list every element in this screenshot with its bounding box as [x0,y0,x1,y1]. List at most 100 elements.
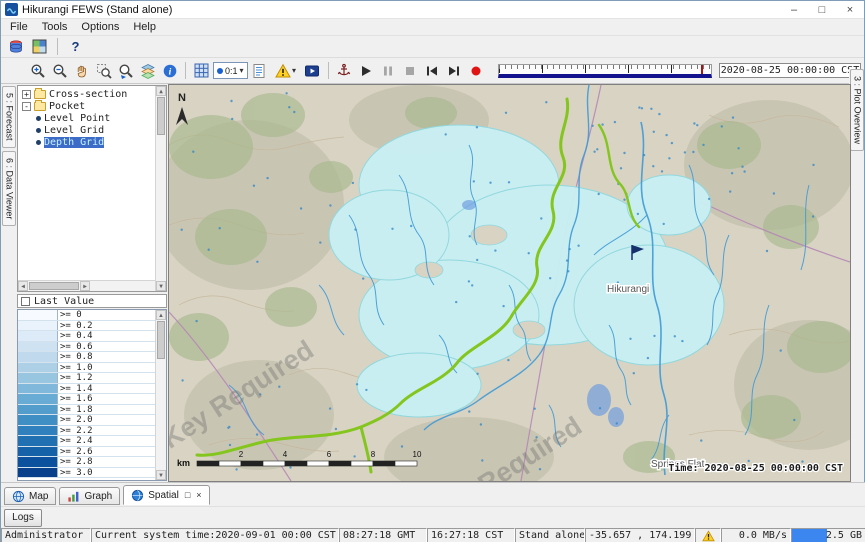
scroll-down-arrow[interactable]: ▼ [156,281,166,291]
scroll-up-arrow[interactable]: ▲ [156,86,166,96]
legend-row: >= 1.6 [18,394,155,405]
scroll-thumb[interactable] [157,321,165,359]
legend-color-swatch [18,373,58,383]
zoom-in-button[interactable] [27,61,48,81]
datum-button[interactable] [334,61,355,81]
pause-button[interactable] [378,61,399,81]
menu-options[interactable]: Options [74,20,126,34]
minimize-button[interactable]: – [780,1,808,18]
tree-expander[interactable]: - [22,102,31,111]
legend-color-swatch [18,310,58,320]
step-forward-button[interactable] [444,61,465,81]
tab-map[interactable]: Map [4,487,56,505]
zoom-region-button[interactable] [115,61,136,81]
legend-color-swatch [18,405,58,415]
float-tab-button[interactable]: □ [185,490,190,500]
close-button[interactable]: × [836,1,864,18]
tree-item-cross-section[interactable]: +Cross-section [18,88,155,100]
zoom-extent-button[interactable] [93,61,114,81]
map-viewer-button[interactable] [29,37,50,57]
tree-expander[interactable]: + [22,90,31,99]
last-value-checkbox[interactable] [21,297,30,306]
legend-vertical-scrollbar[interactable]: ▲ ▼ [155,310,166,480]
window-title: Hikurangi FEWS (Stand alone) [22,4,172,16]
legend-value-label: >= 0.8 [58,352,155,362]
tree-item-label: Level Grid [44,125,104,136]
scale-unit-label: km [177,458,190,468]
scroll-thumb[interactable] [157,97,165,135]
menu-bar: File Tools Options Help [1,19,864,36]
help-button[interactable]: ? [65,37,86,57]
tab-graph-label: Graph [84,491,112,502]
menu-tools[interactable]: Tools [35,20,75,34]
tree-item-pocket[interactable]: - Pocket [18,100,155,112]
node-icon [36,140,41,145]
tab-forecast[interactable]: 5 : Forecast [2,86,16,148]
scroll-left-arrow[interactable]: ◀ [18,281,28,291]
info-icon: i [162,63,178,79]
play-button[interactable] [356,61,377,81]
anchor-icon [336,63,352,79]
layer-tree: +Cross-section - PocketLevel PointLevel Gr… [17,85,167,292]
stop-icon [402,63,418,79]
record-button[interactable] [466,61,487,81]
logs-button[interactable]: Logs [4,509,42,527]
warning-icon [275,63,291,79]
grid-display-button[interactable] [191,61,212,81]
legend-row: >= 0.6 [18,342,155,353]
step-forward-icon [446,63,462,79]
legend-color-swatch [18,342,58,352]
tree-vertical-scrollbar[interactable]: ▲ ▼ [155,86,166,291]
step-back-button[interactable] [422,61,443,81]
interval-combo[interactable]: 0:1 ▾ [213,62,248,79]
profile-button[interactable] [249,61,270,81]
pan-button[interactable] [71,61,92,81]
legend-row: >= 0.8 [18,352,155,363]
info-button[interactable]: i [159,61,180,81]
tab-graph[interactable]: Graph [59,487,120,505]
stop-button[interactable] [400,61,421,81]
time-marker[interactable] [701,65,703,74]
timeline-slider[interactable] [498,64,712,78]
map-view[interactable]: Hikurangi Springs Flat API Key Required … [168,84,851,482]
status-warning-cell[interactable] [695,528,721,542]
scale-tick-label: 2 [239,450,244,459]
legend-row: >= 2.6 [18,447,155,458]
legend-row: >= 0.2 [18,321,155,332]
tree-item-level-point[interactable]: Level Point [18,112,155,124]
scroll-right-arrow[interactable]: ▶ [80,281,90,291]
tree-horizontal-scrollbar[interactable]: ◀ ▶ [18,280,155,291]
menu-file[interactable]: File [3,20,35,34]
tab-plot-overview[interactable]: 3 : Plot Overview [850,69,864,151]
legend-value-label: >= 0.6 [58,342,155,352]
warnings-dropdown-button[interactable]: ▾ [271,61,301,81]
scroll-thumb[interactable] [29,282,79,290]
scroll-up-arrow[interactable]: ▲ [156,310,166,320]
toolbar-separator [185,62,186,79]
status-gmt-time: 08:27:18 GMT [339,528,427,542]
tree-item-level-grid[interactable]: Level Grid [18,124,155,136]
grid-icon [194,63,209,78]
animation-button[interactable] [302,61,323,81]
tree-item-label: Pocket [49,101,85,112]
scale-tick-label: 10 [413,450,422,459]
menu-help[interactable]: Help [126,20,163,34]
zoom-extent-icon [96,63,112,79]
toolbar-separator [328,62,329,79]
legend-value-label: >= 2.8 [58,457,155,467]
zoom-out-button[interactable] [49,61,70,81]
database-button[interactable] [5,37,26,57]
close-tab-button[interactable]: × [196,490,201,500]
legend-value-label: >= 1.0 [58,363,155,373]
tab-data-viewer[interactable]: 6 : Data Viewer [2,151,16,226]
toolbar-separator [57,38,58,55]
scroll-down-arrow[interactable]: ▼ [156,470,166,480]
legend-color-swatch [18,394,58,404]
play-icon [358,63,374,79]
current-datetime-box[interactable]: 2020-08-25 00:00:00 CST [719,63,861,78]
tab-spatial[interactable]: Spatial □ × [123,485,209,505]
tree-item-depth-grid[interactable]: Depth Grid [18,136,155,148]
layers-button[interactable] [137,61,158,81]
maximize-button[interactable]: □ [808,1,836,18]
pause-icon [380,63,396,79]
